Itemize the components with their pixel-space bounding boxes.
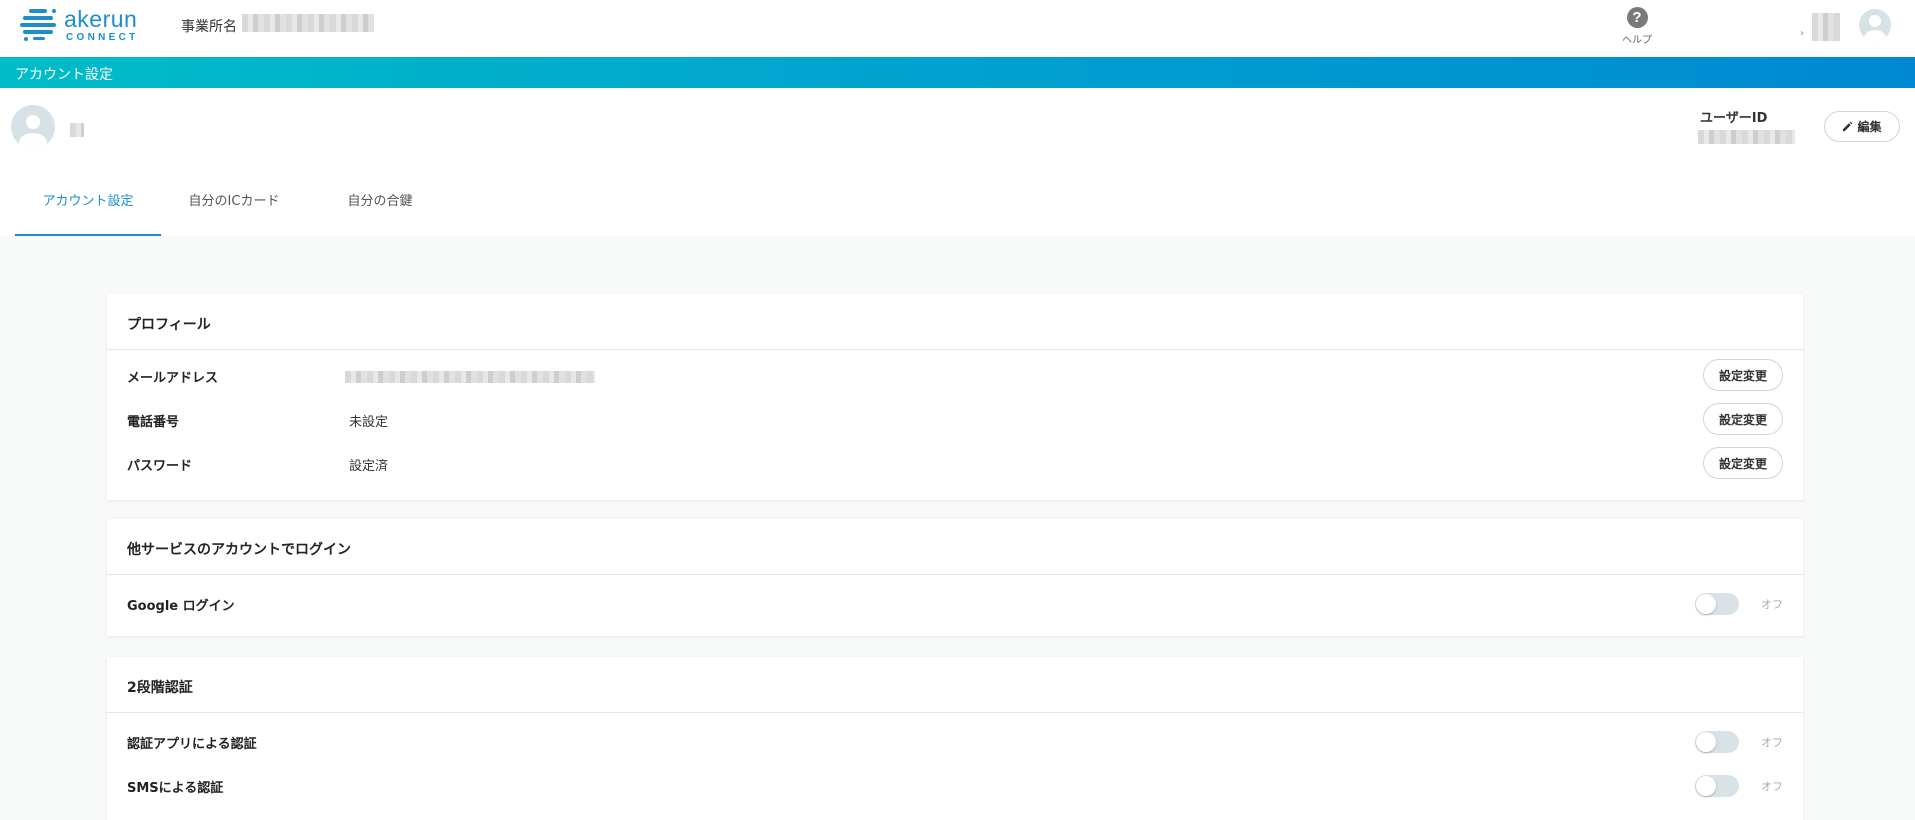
help-button[interactable]: ? ヘルプ xyxy=(1620,7,1654,47)
header-user-avatar[interactable] xyxy=(1859,9,1891,41)
change-phone-button[interactable]: 設定変更 xyxy=(1703,403,1783,435)
sms-auth-row: SMSによる認証 オフ xyxy=(107,763,1803,807)
phone-label: 電話番号 xyxy=(127,415,180,430)
tab-label: 自分の合鍵 xyxy=(347,194,413,209)
google-login-state: オフ xyxy=(1761,598,1783,611)
edit-profile-button[interactable]: 編集 xyxy=(1824,111,1900,142)
google-login-label: Google ログイン xyxy=(127,599,235,614)
auth-app-toggle[interactable] xyxy=(1695,731,1739,753)
change-password-button[interactable]: 設定変更 xyxy=(1703,447,1783,479)
google-login-row: Google ログイン オフ xyxy=(107,581,1803,625)
user-id-label: ユーザーID xyxy=(1700,111,1768,126)
tab-account-settings[interactable]: アカウント設定 xyxy=(15,188,161,236)
profile-avatar xyxy=(11,105,55,149)
pencil-icon xyxy=(1843,121,1853,132)
user-menu-chevron-icon: › xyxy=(1800,28,1804,39)
akerun-logo-mark-icon xyxy=(20,9,56,41)
phone-row: 電話番号 未設定 設定変更 xyxy=(107,397,1803,441)
sms-auth-label: SMSによる認証 xyxy=(127,781,224,796)
tab-my-ic-card[interactable]: 自分のICカード xyxy=(161,188,307,236)
toggle-knob xyxy=(1696,594,1716,614)
auth-app-row: 認証アプリによる認証 オフ xyxy=(107,719,1803,763)
password-row: パスワード 設定済 設定変更 xyxy=(107,441,1803,485)
profile-card: プロフィール メールアドレス 設定変更 電話番号 未設定 設定変更 パスワード … xyxy=(107,294,1803,500)
office-name-label: 事業所名 xyxy=(181,19,237,35)
email-row: メールアドレス 設定変更 xyxy=(107,353,1803,397)
toggle-knob xyxy=(1696,776,1716,796)
phone-value: 未設定 xyxy=(349,415,389,430)
user-avatar-icon xyxy=(1864,15,1886,41)
google-login-toggle[interactable] xyxy=(1695,593,1739,615)
auth-app-label: 認証アプリによる認証 xyxy=(127,737,257,752)
question-circle-icon: ? xyxy=(1626,7,1648,28)
password-value: 設定済 xyxy=(349,459,389,474)
change-email-button[interactable]: 設定変更 xyxy=(1703,359,1783,391)
profile-section: ユーザーID 編集 アカウント設定 自分のICカード 自分の合鍵 xyxy=(0,88,1915,236)
logo-subtitle: CONNECT xyxy=(66,32,139,43)
two-factor-card: 2段階認証 認証アプリによる認証 オフ SMSによる認証 オフ xyxy=(107,657,1803,820)
akerun-logo[interactable]: akerun CONNECT xyxy=(20,6,150,46)
two-factor-card-title: 2段階認証 xyxy=(107,657,1803,713)
logo-wordmark: akerun xyxy=(64,6,138,32)
email-value-redacted xyxy=(345,371,595,383)
password-label: パスワード xyxy=(127,459,193,474)
tab-my-keys[interactable]: 自分の合鍵 xyxy=(307,188,453,236)
profile-name-redacted xyxy=(70,123,84,137)
tab-label: 自分のICカード xyxy=(188,194,280,209)
user-id-redacted xyxy=(1698,130,1795,144)
page-title: アカウント設定 xyxy=(15,67,113,83)
page-title-bar: アカウント設定 xyxy=(0,57,1915,88)
top-header: akerun CONNECT 事業所名 ? ヘルプ › xyxy=(0,0,1915,57)
tab-label: アカウント設定 xyxy=(42,194,134,209)
social-login-card-title: 他サービスのアカウントでログイン xyxy=(107,519,1803,575)
edit-label: 編集 xyxy=(1857,120,1882,134)
user-avatar-icon xyxy=(19,115,47,149)
user-name-redacted[interactable] xyxy=(1812,13,1840,41)
auth-app-state: オフ xyxy=(1761,736,1783,749)
help-label: ヘルプ xyxy=(1622,35,1652,46)
social-login-card: 他サービスのアカウントでログイン Google ログイン オフ xyxy=(107,519,1803,636)
toggle-knob xyxy=(1696,732,1716,752)
profile-card-title: プロフィール xyxy=(107,294,1803,350)
account-tabs: アカウント設定 自分のICカード 自分の合鍵 xyxy=(15,188,453,236)
email-label: メールアドレス xyxy=(127,371,219,386)
sms-auth-state: オフ xyxy=(1761,780,1783,793)
sms-auth-toggle[interactable] xyxy=(1695,775,1739,797)
office-name-redacted xyxy=(242,14,374,32)
